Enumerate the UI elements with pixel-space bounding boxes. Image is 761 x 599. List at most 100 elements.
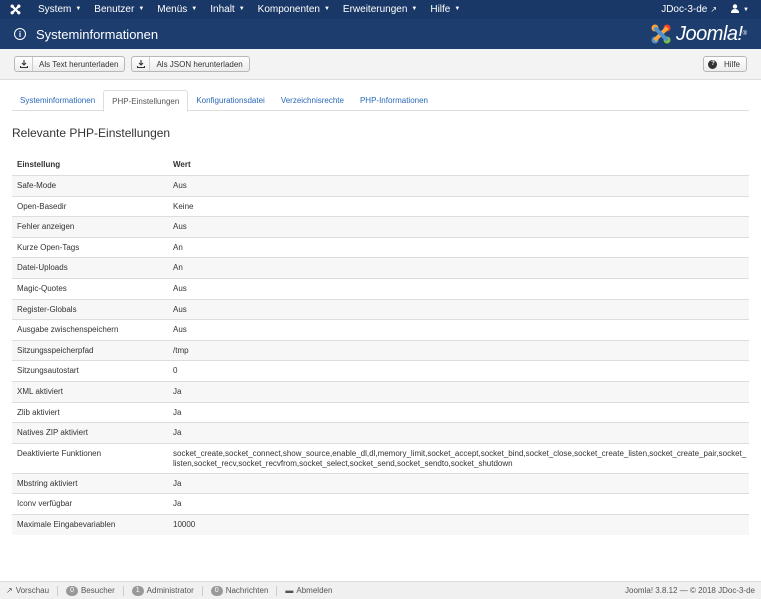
setting-name: Sitzungsautostart	[17, 366, 79, 376]
button-label: Als JSON herunterladen	[156, 59, 243, 69]
question-icon: ?	[704, 57, 722, 71]
table-row: Natives ZIP aktiviert Ja	[12, 422, 749, 443]
setting-value: Aus	[173, 325, 187, 335]
button-label: Als Text herunterladen	[39, 59, 119, 69]
divider	[201, 585, 203, 596]
divider	[122, 585, 124, 596]
setting-value: An	[173, 242, 183, 252]
table-body: Safe-Mode Aus Open-Basedir Keine Fehler anze…	[12, 175, 749, 535]
table-row: Register-Globals Aus	[12, 298, 749, 320]
main-menu: System ▼ Benutzer ▼ Menüs ▼ Inhalt ▼ Kompone…	[30, 0, 465, 19]
setting-value: Aus	[173, 304, 187, 314]
table-row: Sitzungsautostart 0	[12, 360, 749, 381]
table-row: Kurze Open-Tags An	[12, 236, 749, 258]
menu-label: Hilfe	[430, 4, 451, 15]
menu-label: Menüs	[157, 4, 188, 15]
caret-down-icon: ▼	[75, 6, 82, 12]
setting-name: Sitzungsspeicherpfad	[17, 345, 94, 355]
setting-name: Zlib aktiviert	[17, 407, 60, 417]
site-label: JDoc-3-de	[661, 4, 708, 15]
caret-down-icon: ▼	[743, 6, 749, 13]
tab-konfigurationsdatei[interactable]: Konfigurationsdatei	[188, 90, 273, 110]
visitors-count-badge: 0	[66, 585, 78, 596]
setting-name: Deaktivierte Funktionen	[17, 448, 102, 458]
setting-value: Aus	[173, 222, 187, 232]
menu-hilfe[interactable]: Hilfe ▼	[422, 0, 465, 19]
button-label: Hilfe	[723, 59, 740, 69]
help-button[interactable]: ? Hilfe	[702, 56, 747, 72]
visitors-status[interactable]: 0 Besucher	[57, 585, 115, 596]
logout-link[interactable]: ▬ Abmelden	[276, 585, 332, 596]
menu-label: Komponenten	[257, 4, 320, 15]
setting-name: Register-Globals	[17, 304, 77, 314]
registered-mark: ®	[742, 31, 747, 37]
table-row: Open-Basedir Keine	[12, 195, 749, 217]
divider	[57, 585, 59, 596]
menu-komponenten[interactable]: Komponenten ▼	[250, 0, 335, 19]
divider	[276, 585, 278, 596]
setting-name: Fehler anzeigen	[17, 222, 75, 232]
section-title: Relevante PHP-Einstellungen	[12, 126, 171, 140]
setting-value: Ja	[173, 428, 182, 438]
setting-value: Keine	[173, 201, 194, 211]
tab-php-einstellungen[interactable]: PHP-Einstellungen	[103, 90, 189, 112]
menu-system[interactable]: System ▼	[30, 0, 86, 19]
setting-value: Ja	[173, 407, 182, 417]
download-text-button[interactable]: Als Text herunterladen	[14, 56, 126, 72]
menu-menus[interactable]: Menüs ▼	[149, 0, 202, 19]
admins-status[interactable]: 1 Administrator	[122, 585, 194, 596]
tab-verzeichnisrechte[interactable]: Verzeichnisrechte	[273, 90, 352, 110]
setting-value: Ja	[173, 478, 182, 488]
setting-name: Ausgabe zwischenspeichern	[17, 325, 119, 335]
user-icon	[731, 4, 740, 15]
table-row: Iconv verfügbar Ja	[12, 493, 749, 514]
setting-name: Maximale Eingabevariablen	[17, 519, 116, 529]
tab-bar: Systeminformationen PHP-Einstellungen Ko…	[12, 90, 749, 112]
page-title: Systeminformationen	[36, 26, 159, 42]
joomla-icon[interactable]	[0, 4, 30, 15]
brand-wordmark: Joomla!	[676, 22, 743, 45]
caret-down-icon: ▼	[191, 6, 198, 12]
joomla-logo: Joomla! ®	[650, 23, 747, 46]
copyright: Joomla! 3.8.12 — © 2018 JDoc-3-de	[625, 586, 755, 595]
table-row: XML aktiviert Ja	[12, 380, 749, 402]
top-navbar: System ▼ Benutzer ▼ Menüs ▼ Inhalt ▼ Kompone…	[0, 0, 761, 19]
setting-value: /tmp	[173, 345, 189, 355]
tab-systeminformationen[interactable]: Systeminformationen	[12, 90, 103, 110]
caret-down-icon: ▼	[411, 6, 418, 12]
preview-label: Vorschau	[15, 586, 50, 595]
page-header: i Systeminformationen Joomla! ®	[0, 19, 761, 49]
table-row: Deaktivierte Funktionen socket_create,soc…	[12, 442, 749, 473]
table-row: Ausgabe zwischenspeichern Aus	[12, 319, 749, 340]
menu-label: Benutzer	[94, 4, 135, 15]
admins-count-badge: 1	[131, 585, 144, 596]
user-menu[interactable]: ▼	[725, 4, 761, 15]
tab-php-informationen[interactable]: PHP-Informationen	[352, 90, 436, 110]
setting-value: An	[173, 263, 183, 273]
table-row: Datei-Uploads An	[12, 257, 749, 278]
messages-status[interactable]: 0 Nachrichten	[201, 585, 268, 596]
info-icon: i	[14, 28, 26, 40]
setting-value: 10000	[173, 519, 196, 529]
preview-link[interactable]: ↗ Vorschau	[6, 586, 49, 595]
download-icon	[132, 57, 151, 71]
table-row: Sitzungsspeicherpfad/tmp	[12, 339, 749, 361]
visitors-label: Besucher	[80, 586, 115, 595]
menu-benutzer[interactable]: Benutzer ▼	[86, 0, 149, 19]
menu-label: System	[38, 4, 72, 15]
status-footer: ↗ Vorschau 0 Besucher 1 Administrator 0 …	[0, 581, 761, 599]
table-row: Safe-Mode Aus	[12, 175, 749, 196]
caret-down-icon: ▼	[138, 6, 145, 12]
table-row: Fehler anzeigen Aus	[12, 216, 749, 237]
download-json-button[interactable]: Als JSON herunterladen	[131, 56, 250, 72]
column-header-setting: Einstellung	[17, 160, 61, 169]
menu-inhalt[interactable]: Inhalt ▼	[202, 0, 249, 19]
site-link[interactable]: JDoc-3-de ↗	[653, 4, 725, 15]
caret-down-icon: ▼	[323, 6, 330, 12]
setting-name: Natives ZIP aktiviert	[17, 428, 88, 438]
menu-erweiterungen[interactable]: Erweiterungen ▼	[335, 0, 422, 19]
setting-name: Datei-Uploads	[17, 263, 68, 273]
setting-name: Kurze Open-Tags	[17, 242, 80, 252]
setting-value: socket_create,socket_connect,show_source…	[173, 448, 747, 468]
setting-value: 0	[173, 366, 178, 376]
